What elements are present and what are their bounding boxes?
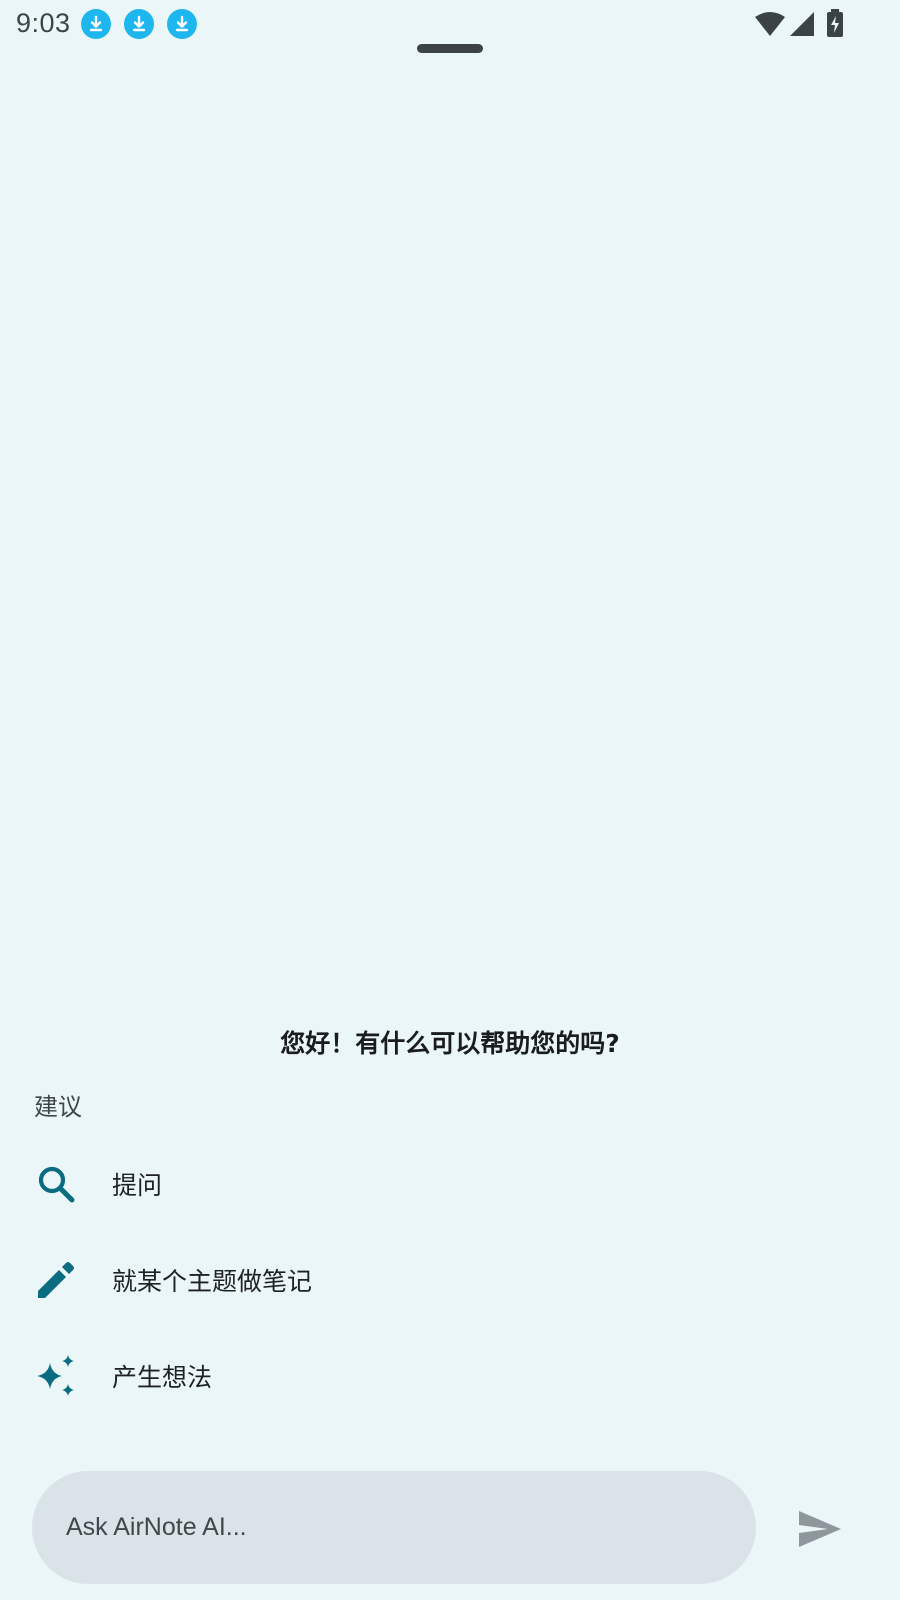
prompt-input[interactable]: [64, 1512, 708, 1543]
suggestion-generate-ideas[interactable]: 产生想法: [0, 1328, 900, 1424]
send-button[interactable]: [792, 1503, 848, 1555]
search-icon: [34, 1162, 78, 1206]
greeting-text: 您好！有什么可以帮助您的吗?: [280, 1029, 620, 1058]
cellular-signal-icon: [790, 12, 814, 36]
ai-assistant-sheet: 9:03 您好！有什么可以帮助您的吗? 建议 提问 就某个主题做笔记 产生想法 …: [0, 0, 900, 1600]
download-icon: [124, 9, 154, 39]
download-icon: [167, 9, 197, 39]
battery-charging-icon: [827, 9, 843, 37]
suggestion-ask-question[interactable]: 提问: [0, 1136, 900, 1232]
prompt-input-container[interactable]: [32, 1471, 756, 1584]
suggestion-label: 提问: [112, 1171, 163, 1200]
suggestion-take-notes[interactable]: 就某个主题做笔记: [0, 1232, 900, 1328]
wifi-icon: [755, 12, 785, 36]
download-icon: [81, 9, 111, 39]
pencil-icon: [34, 1258, 78, 1302]
suggestion-label: 产生想法: [112, 1363, 213, 1392]
send-icon: [799, 1511, 841, 1547]
drag-handle[interactable]: [417, 44, 483, 53]
status-time: 9:03: [16, 8, 71, 38]
sparkle-icon: [34, 1354, 78, 1398]
status-bar: 9:03: [0, 0, 900, 48]
suggestion-label: 就某个主题做笔记: [112, 1267, 313, 1296]
suggestions-title: 建议: [34, 1093, 82, 1121]
